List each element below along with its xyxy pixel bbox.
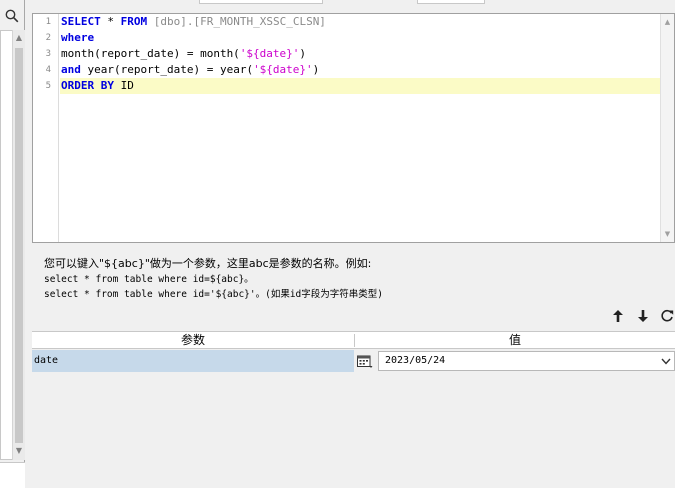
column-header-name[interactable]: 参数 xyxy=(32,332,354,349)
left-scrollbar[interactable]: ▲ ▼ xyxy=(12,30,25,460)
parameter-help: 您可以键入"${abc}"做为一个参数，这里abc是参数的名称。例如: sele… xyxy=(44,256,644,302)
line-number: 5 xyxy=(45,81,51,91)
left-bottom-strip xyxy=(0,462,25,488)
code-text: year(report_date) = year( xyxy=(80,63,254,76)
code-area[interactable]: SELECT * FROM [dbo].[FR_MONTH_XSSC_CLSN]… xyxy=(60,14,660,242)
sql-keyword: FROM xyxy=(120,15,148,28)
code-line: SELECT * FROM [dbo].[FR_MONTH_XSSC_CLSN] xyxy=(60,14,326,30)
calendar-button[interactable] xyxy=(356,352,374,370)
search-icon xyxy=(5,9,19,23)
help-example: select * from table where id='${abc}'。(如… xyxy=(44,289,383,300)
line-number: 2 xyxy=(45,33,51,43)
move-up-button[interactable] xyxy=(609,307,627,325)
sql-string: '${date}' xyxy=(253,63,313,76)
scroll-down-icon[interactable]: ▼ xyxy=(661,228,674,240)
sql-keyword: and xyxy=(61,63,81,76)
sql-keyword: where xyxy=(61,31,95,44)
help-example: select * from table where id=${abc}。 xyxy=(44,274,254,285)
parameter-table: 参数 值 date 2023/05/24 xyxy=(32,331,675,488)
param-name-cell[interactable]: date xyxy=(32,350,354,372)
move-down-button[interactable] xyxy=(634,307,652,325)
scroll-up-icon[interactable]: ▲ xyxy=(661,16,674,28)
code-line: where xyxy=(60,30,94,46)
code-text: month(report_date) = month( xyxy=(61,47,240,60)
refresh-icon xyxy=(661,309,674,322)
help-text: 您可以键入"${abc}"做为一个参数，这里abc是参数的名称。例如: xyxy=(44,257,372,270)
refresh-button[interactable] xyxy=(658,307,675,325)
line-number-gutter: 1 2 3 4 5 xyxy=(33,14,59,242)
table-header: 参数 值 xyxy=(32,331,675,349)
table-row[interactable]: date 2023/05/24 xyxy=(32,350,675,372)
scroll-thumb[interactable] xyxy=(15,48,23,443)
code-text: ) xyxy=(312,63,320,76)
search-button[interactable] xyxy=(0,6,24,26)
line-number: 3 xyxy=(45,49,51,59)
editor-scrollbar[interactable]: ▲ ▼ xyxy=(660,14,674,242)
date-value: 2023/05/24 xyxy=(385,355,446,366)
code-line-active: ORDER BY ID xyxy=(60,78,660,94)
scroll-down-icon[interactable]: ▼ xyxy=(13,444,25,458)
column-header-value[interactable]: 值 xyxy=(355,332,675,349)
date-value-field[interactable]: 2023/05/24 xyxy=(378,351,675,371)
toolbar-field-secondary[interactable] xyxy=(417,0,485,4)
arrow-down-icon xyxy=(638,310,648,322)
sql-keyword: SELECT xyxy=(61,15,101,28)
calendar-icon xyxy=(357,355,373,368)
sql-string: '${date}' xyxy=(239,47,300,60)
table-name: [dbo].[FR_MONTH_XSSC_CLSN] xyxy=(147,15,326,28)
left-panel: ▲ ▼ xyxy=(0,0,25,488)
scroll-up-icon[interactable]: ▲ xyxy=(13,31,25,45)
code-text: ) xyxy=(299,47,307,60)
date-dropdown-button[interactable] xyxy=(658,352,674,370)
code-line: and year(report_date) = year('${date}') xyxy=(60,62,319,78)
toolbar-field[interactable] xyxy=(199,0,323,4)
sql-editor[interactable]: 1 2 3 4 5 SELECT * FROM [dbo].[FR_MONTH_… xyxy=(32,13,675,243)
line-number: 4 xyxy=(45,65,51,75)
sql-keyword: ORDER xyxy=(61,79,95,92)
code-text: ID xyxy=(114,79,134,92)
code-text: * xyxy=(100,15,121,28)
sql-keyword: BY xyxy=(100,79,114,92)
arrow-up-icon xyxy=(613,310,623,322)
line-number: 1 xyxy=(45,17,51,27)
chevron-down-icon xyxy=(661,358,671,365)
code-line: month(report_date) = month('${date}') xyxy=(60,46,306,62)
